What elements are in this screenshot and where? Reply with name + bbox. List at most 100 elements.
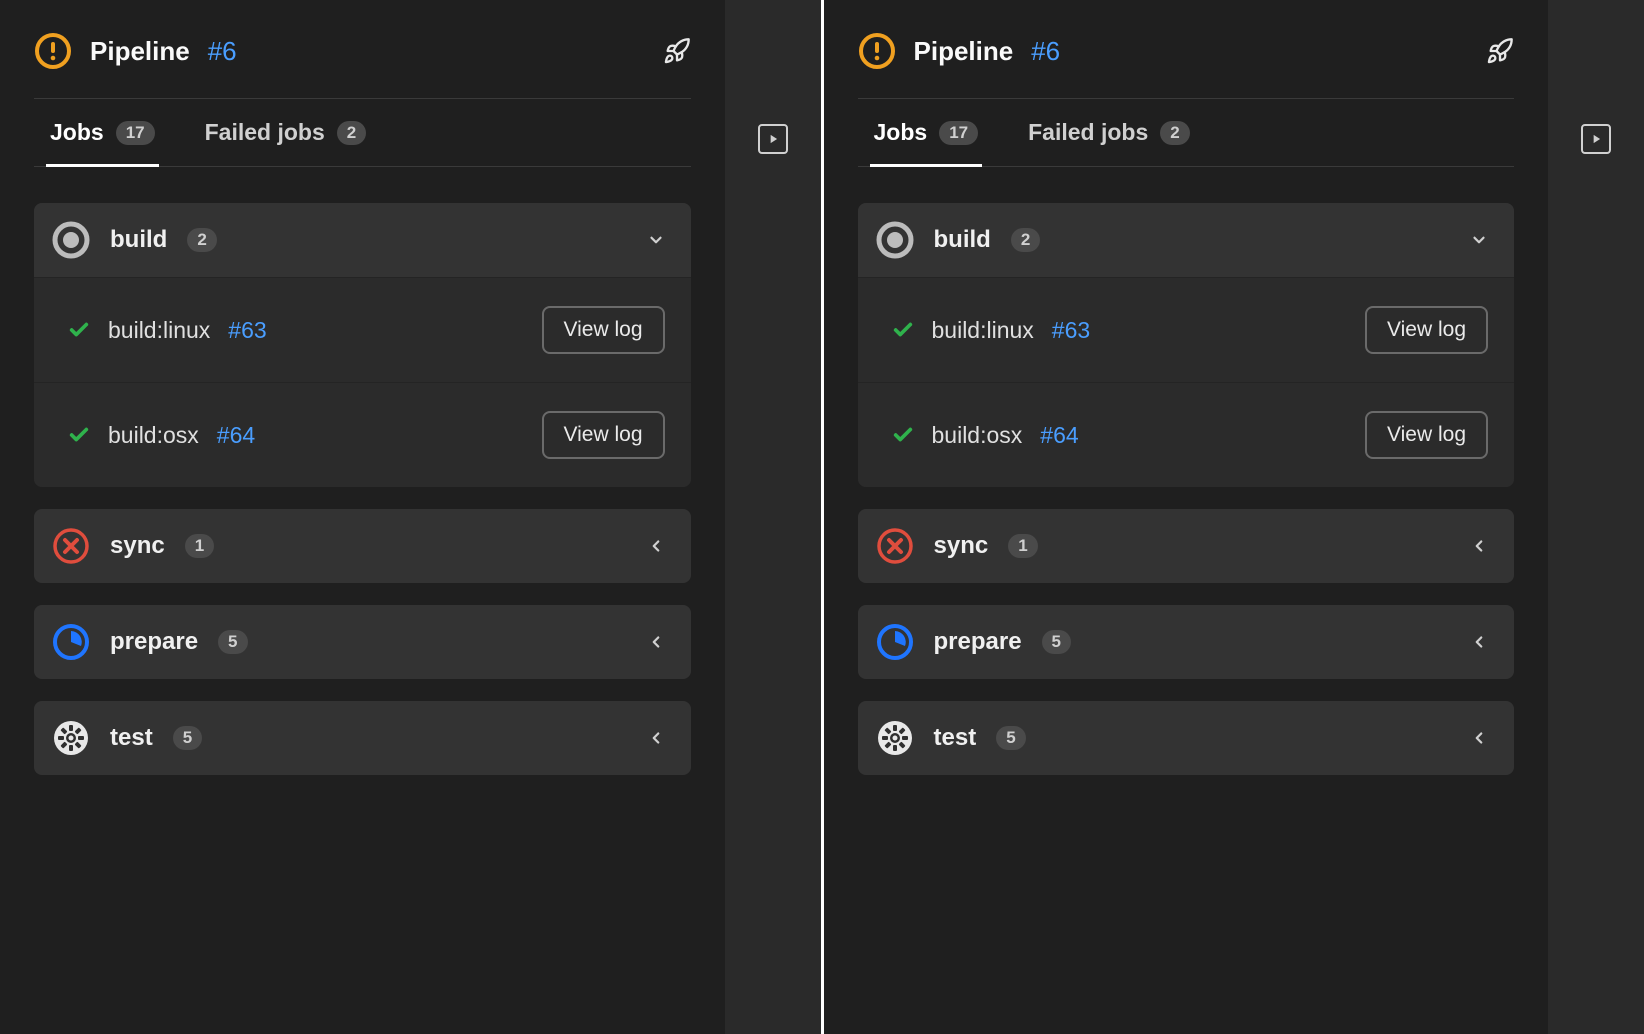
- pipeline-title: Pipeline: [914, 36, 1014, 67]
- stage-build-jobs: build:linux #63 View log build:osx #64 V…: [34, 277, 691, 487]
- main-area: Pipeline #6 Jobs 17 Failed jobs 2: [824, 0, 1644, 1034]
- success-icon: [892, 424, 914, 446]
- stage-prepare: prepare 5: [34, 605, 691, 679]
- right-gutter: [1548, 0, 1644, 1034]
- success-icon: [68, 319, 90, 341]
- expand-panel-button[interactable]: [758, 124, 788, 154]
- chevron-left-icon: [1470, 729, 1488, 747]
- stage-prepare-name: prepare: [110, 628, 198, 656]
- tab-failed-label: Failed jobs: [1028, 119, 1148, 146]
- tabs: Jobs 17 Failed jobs 2: [858, 99, 1515, 167]
- stage-test: test 5: [34, 701, 691, 775]
- stage-build-name: build: [934, 226, 991, 254]
- view-log-button[interactable]: View log: [1365, 306, 1488, 354]
- stage-build-name: build: [110, 226, 167, 254]
- stage-prepare-header[interactable]: prepare 5: [34, 605, 691, 679]
- gear-icon: [52, 719, 90, 757]
- job-build-osx[interactable]: build:osx #64 View log: [34, 382, 691, 487]
- job-id[interactable]: #63: [1052, 317, 1090, 344]
- failed-icon: [52, 527, 90, 565]
- chevron-left-icon: [647, 633, 665, 651]
- chevron-left-icon: [647, 537, 665, 555]
- success-icon: [68, 424, 90, 446]
- view-log-button[interactable]: View log: [542, 411, 665, 459]
- waiting-icon: [52, 221, 90, 259]
- right-gutter: [725, 0, 821, 1034]
- stage-sync-header[interactable]: sync 1: [858, 509, 1515, 583]
- chevron-left-icon: [1470, 537, 1488, 555]
- content-area: Pipeline #6 Jobs 17 Failed jobs 2: [0, 0, 725, 1034]
- stage-build-jobs: build:linux #63 View log build:osx #64 V…: [858, 277, 1515, 487]
- stage-test-name: test: [110, 724, 153, 752]
- job-id[interactable]: #64: [1040, 422, 1078, 449]
- chevron-left-icon: [1470, 633, 1488, 651]
- tab-jobs-label: Jobs: [874, 119, 928, 146]
- pipeline-header: Pipeline #6: [34, 24, 691, 98]
- view-log-button[interactable]: View log: [1365, 411, 1488, 459]
- stage-test-name: test: [934, 724, 977, 752]
- chevron-down-icon: [647, 231, 665, 249]
- tab-failed-jobs[interactable]: Failed jobs 2: [205, 119, 367, 166]
- stage-sync-name: sync: [934, 532, 989, 560]
- pipeline-title: Pipeline: [90, 36, 190, 67]
- running-icon: [876, 623, 914, 661]
- stages-list: build 2 build:linux #63: [34, 203, 691, 775]
- stage-test-header[interactable]: test 5: [34, 701, 691, 775]
- main-area: Pipeline #6 Jobs 17 Failed jobs 2: [0, 0, 821, 1034]
- stage-sync-count: 1: [185, 534, 214, 558]
- stage-build-header[interactable]: build 2: [858, 203, 1515, 277]
- stages-list: build 2 build:linux #63: [858, 203, 1515, 775]
- tab-jobs-count: 17: [116, 121, 155, 145]
- job-name: build:osx: [108, 422, 199, 449]
- rocket-icon[interactable]: [663, 37, 691, 65]
- panel-left: Pipeline #6 Jobs 17 Failed jobs 2: [0, 0, 824, 1034]
- view-log-button[interactable]: View log: [542, 306, 665, 354]
- stage-build-count: 2: [187, 228, 216, 252]
- gear-icon: [876, 719, 914, 757]
- job-build-linux[interactable]: build:linux #63 View log: [858, 278, 1515, 382]
- tab-failed-count: 2: [337, 121, 366, 145]
- expand-panel-button[interactable]: [1581, 124, 1611, 154]
- tabs: Jobs 17 Failed jobs 2: [34, 99, 691, 167]
- job-build-linux[interactable]: build:linux #63 View log: [34, 278, 691, 382]
- chevron-left-icon: [647, 729, 665, 747]
- stage-sync-header[interactable]: sync 1: [34, 509, 691, 583]
- chevron-down-icon: [1470, 231, 1488, 249]
- warning-icon: [34, 32, 72, 70]
- stage-build-count: 2: [1011, 228, 1040, 252]
- stage-test-count: 5: [996, 726, 1025, 750]
- tab-failed-count: 2: [1160, 121, 1189, 145]
- job-name: build:linux: [108, 317, 210, 344]
- warning-icon: [858, 32, 896, 70]
- stage-sync: sync 1: [858, 509, 1515, 583]
- job-id[interactable]: #63: [228, 317, 266, 344]
- stage-prepare-header[interactable]: prepare 5: [858, 605, 1515, 679]
- job-id[interactable]: #64: [217, 422, 255, 449]
- waiting-icon: [876, 221, 914, 259]
- panel-right: Pipeline #6 Jobs 17 Failed jobs 2: [824, 0, 1644, 1034]
- stage-test-count: 5: [173, 726, 202, 750]
- tab-failed-jobs[interactable]: Failed jobs 2: [1028, 119, 1190, 166]
- job-build-osx[interactable]: build:osx #64 View log: [858, 382, 1515, 487]
- running-icon: [52, 623, 90, 661]
- stage-build: build 2 build:linux #63: [858, 203, 1515, 487]
- pipeline-id[interactable]: #6: [1031, 36, 1060, 67]
- stage-prepare: prepare 5: [858, 605, 1515, 679]
- stage-sync-count: 1: [1008, 534, 1037, 558]
- job-name: build:osx: [932, 422, 1023, 449]
- tab-jobs-count: 17: [939, 121, 978, 145]
- success-icon: [892, 319, 914, 341]
- stage-test-header[interactable]: test 5: [858, 701, 1515, 775]
- stage-build-header[interactable]: build 2: [34, 203, 691, 277]
- stage-build: build 2 build:linux #63: [34, 203, 691, 487]
- failed-icon: [876, 527, 914, 565]
- tab-failed-label: Failed jobs: [205, 119, 325, 146]
- stage-prepare-name: prepare: [934, 628, 1022, 656]
- rocket-icon[interactable]: [1486, 37, 1514, 65]
- tab-jobs[interactable]: Jobs 17: [50, 119, 155, 166]
- stage-prepare-count: 5: [218, 630, 247, 654]
- stage-test: test 5: [858, 701, 1515, 775]
- pipeline-id[interactable]: #6: [208, 36, 237, 67]
- tab-jobs[interactable]: Jobs 17: [874, 119, 979, 166]
- stage-prepare-count: 5: [1042, 630, 1071, 654]
